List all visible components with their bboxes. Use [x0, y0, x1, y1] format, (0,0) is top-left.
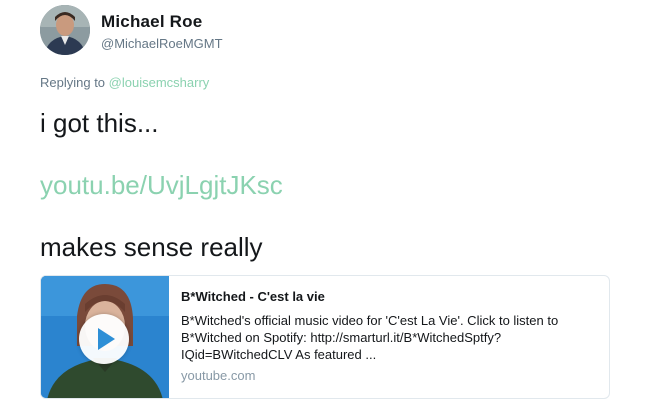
- video-thumbnail[interactable]: [41, 276, 169, 398]
- card-title: B*Witched - C'est la vie: [181, 289, 325, 304]
- avatar[interactable]: [40, 5, 90, 55]
- play-icon[interactable]: [79, 314, 129, 364]
- replying-to: Replying to @louisemcsharry: [40, 75, 209, 90]
- tweet-text-line: i got this...: [40, 108, 159, 138]
- replying-to-label: Replying to: [40, 75, 109, 90]
- link-preview-card[interactable]: B*Witched - C'est la vie B*Witched's off…: [40, 275, 610, 399]
- tweet-text-line: makes sense really: [40, 232, 263, 262]
- user-avatar-icon: [40, 5, 90, 55]
- card-description: B*Witched's official music video for 'C'…: [181, 313, 559, 362]
- user-handle[interactable]: @MichaelRoeMGMT: [101, 35, 223, 53]
- card-domain: youtube.com: [181, 368, 256, 383]
- card-body: B*Witched - C'est la vie B*Witched's off…: [181, 288, 601, 385]
- reply-mention-link[interactable]: @louisemcsharry: [109, 75, 210, 90]
- author-block: Michael Roe @MichaelRoeMGMT: [101, 12, 223, 53]
- display-name[interactable]: Michael Roe: [101, 12, 223, 32]
- tweet: Michael Roe @MichaelRoeMGMT Replying to …: [0, 0, 650, 418]
- tweet-link[interactable]: youtu.be/UvjLgjtJKsc: [40, 170, 283, 200]
